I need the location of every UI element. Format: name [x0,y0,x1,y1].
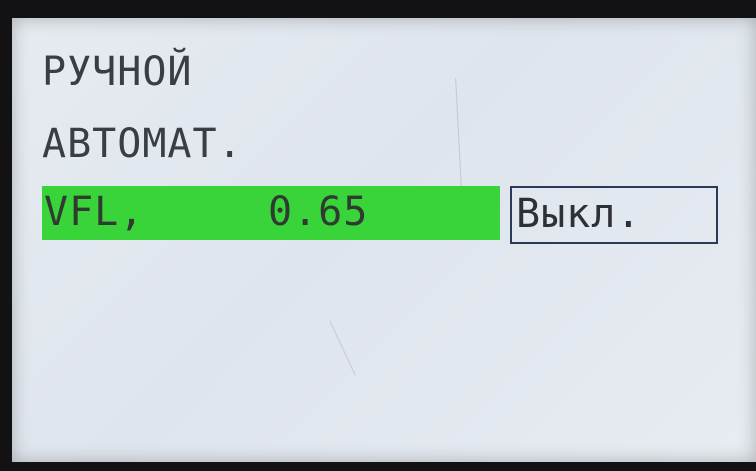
lcd-screen: РУЧНОЙ АВТОМАТ. VFL, 0.65 Выкл. [12,18,756,462]
menu-item-automatic[interactable]: АВТОМАТ. [42,124,243,164]
vfl-label: VFL, [44,189,145,235]
screen-scratch [455,78,462,188]
menu-item-manual[interactable]: РУЧНОЙ [42,52,193,92]
vfl-value: 0.65 [268,189,369,235]
vfl-state-toggle[interactable]: Выкл. [510,186,718,244]
vfl-state-label: Выкл. [516,191,642,237]
device-bezel: РУЧНОЙ АВТОМАТ. VFL, 0.65 Выкл. [0,0,756,471]
screen-scratch [329,320,356,376]
menu-item-vfl-selected[interactable]: VFL, 0.65 [42,186,500,240]
